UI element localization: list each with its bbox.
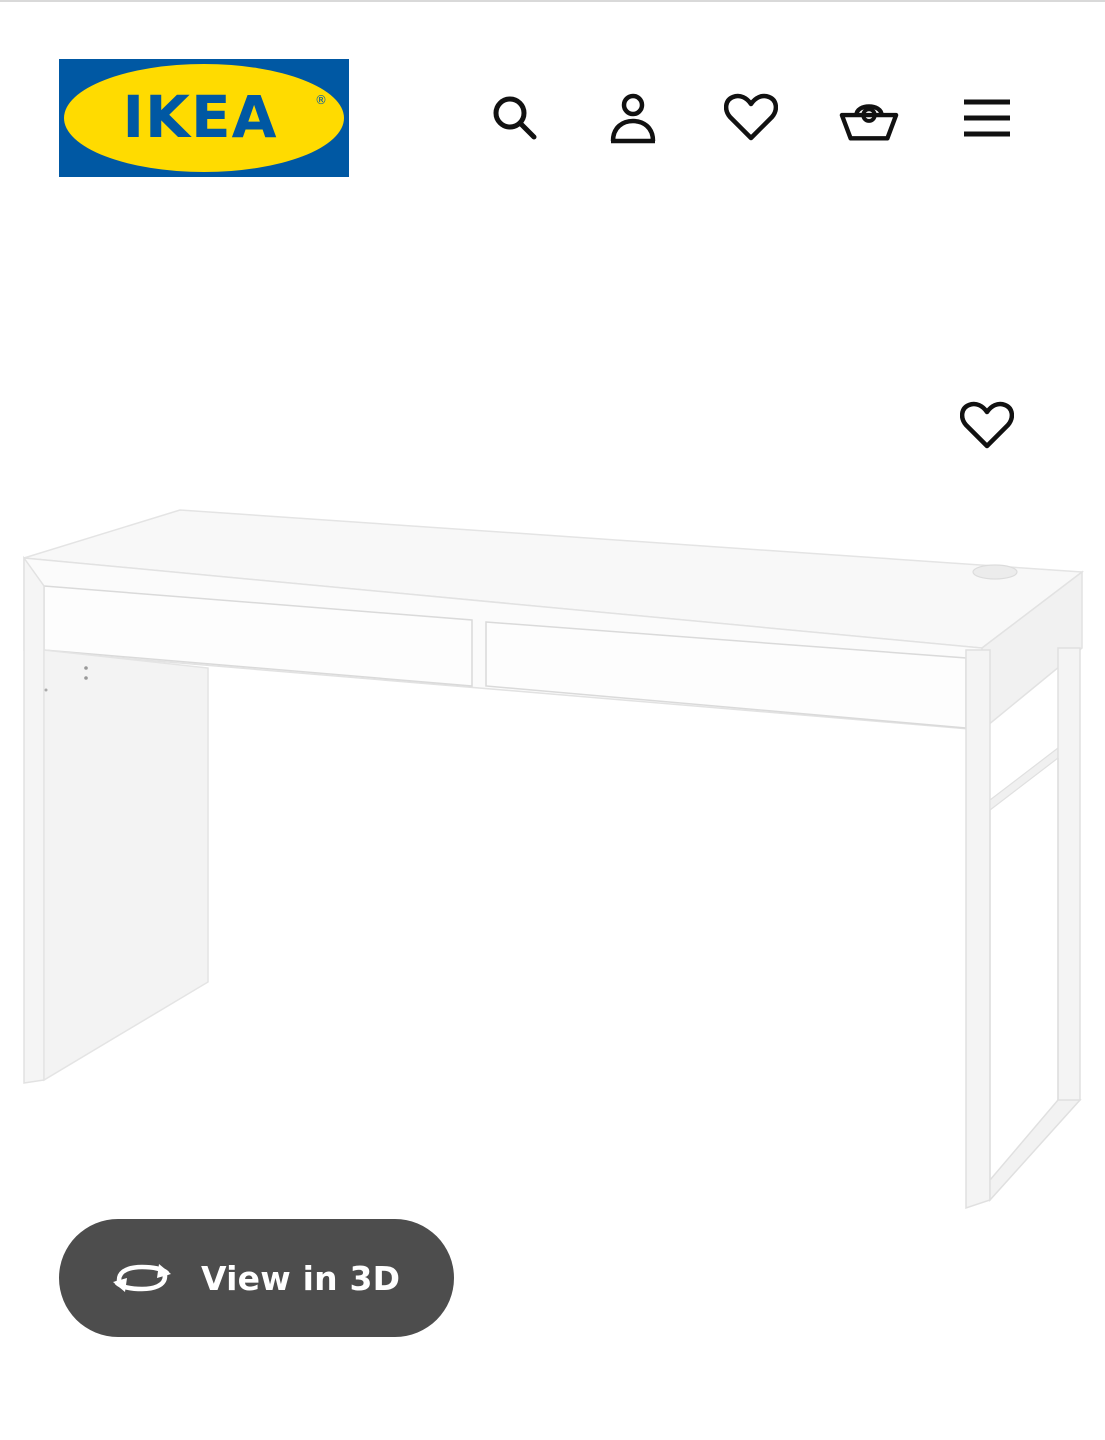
ikea-logo[interactable]: IKEA ® xyxy=(59,59,349,177)
product-page: IKEA ® View in 3D xyxy=(0,0,1105,1440)
logo-text: IKEA xyxy=(122,83,277,151)
view-in-3d-label: View in 3D xyxy=(201,1258,401,1298)
product-image[interactable] xyxy=(0,500,1105,1234)
product-favourite-heart-icon[interactable] xyxy=(957,396,1017,456)
rotate-3d-icon xyxy=(111,1258,173,1298)
heart-icon[interactable] xyxy=(721,88,781,148)
top-divider xyxy=(0,0,1105,2)
account-icon[interactable] xyxy=(603,88,663,148)
registered-mark: ® xyxy=(315,93,327,107)
search-icon[interactable] xyxy=(485,88,545,148)
desk-image xyxy=(23,509,1085,1210)
view-in-3d-button[interactable]: View in 3D xyxy=(59,1219,454,1337)
basket-icon[interactable] xyxy=(839,88,899,148)
menu-icon[interactable] xyxy=(957,88,1017,148)
